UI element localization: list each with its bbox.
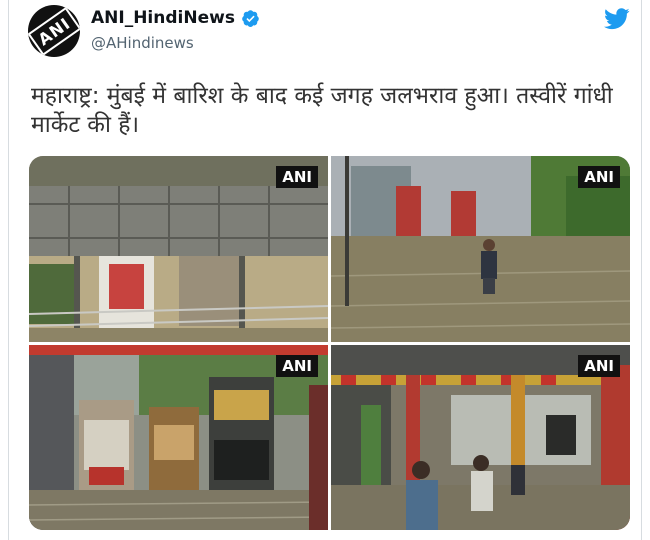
display-name[interactable]: ANI_HindiNews [91,8,235,28]
author-name-row: ANI_HindiNews [91,8,260,28]
photo-flooded-street[interactable]: ANI [331,156,630,342]
photo-underpass-people[interactable]: ANI [331,345,630,530]
ani-watermark: ANI [578,166,620,188]
ani-watermark: ANI [578,355,620,377]
ani-watermark: ANI [276,355,318,377]
ani-watermark: ANI [276,166,318,188]
user-handle[interactable]: @AHindinews [91,34,194,52]
photo-grid: ANI ANI ANI ANI [29,156,630,530]
tweet-text: महाराष्ट्र: मुंबई में बारिश के बाद कई जग… [31,83,613,138]
avatar-logo-text: ANI [28,6,80,56]
avatar[interactable]: ANI [28,5,80,57]
verified-badge-icon [242,9,259,27]
photo-trucks-flood[interactable]: ANI [29,345,328,530]
photo-bridge-railing[interactable]: ANI [29,156,328,342]
twitter-bird-icon[interactable] [604,8,630,30]
tweet-card: ANI ANI_HindiNews @AHindinews महाराष्ट्र… [8,0,642,540]
